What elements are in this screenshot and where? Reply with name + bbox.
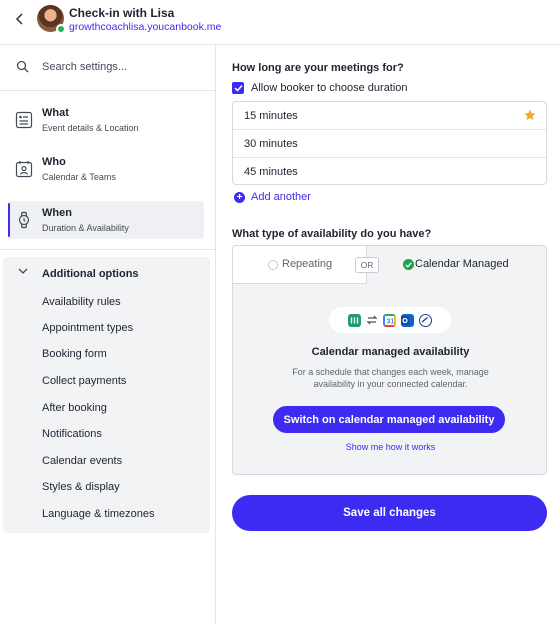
managed-availability-title: Calendar managed availability	[311, 346, 470, 358]
option-styles-display[interactable]: Styles & display	[42, 481, 120, 493]
sidebar-item-subtitle: Calendar & Teams	[42, 172, 116, 182]
sidebar-item-title: When	[42, 207, 72, 219]
search-input[interactable]	[42, 58, 202, 76]
booking-app-icon	[348, 313, 361, 327]
add-another-label: Add another	[251, 191, 311, 203]
page-title: Check-in with Lisa	[69, 6, 175, 20]
svg-text:31: 31	[387, 318, 395, 325]
additional-options-panel: Additional options Availability rules Ap…	[3, 257, 210, 533]
top-header: Check-in with Lisa growthcoachlisa.youca…	[0, 0, 560, 45]
availability-question: What type of availability do you have?	[232, 228, 432, 240]
search-icon	[16, 60, 29, 73]
avatar	[37, 5, 66, 34]
sidebar-item-title: Who	[42, 156, 66, 168]
option-booking-form[interactable]: Booking form	[42, 348, 107, 360]
ical-icon	[419, 313, 432, 327]
option-language-timezones[interactable]: Language & timezones	[42, 508, 155, 520]
option-notifications[interactable]: Notifications	[42, 428, 102, 440]
option-collect-payments[interactable]: Collect payments	[42, 375, 126, 387]
duration-label: 30 minutes	[244, 138, 298, 150]
tab-calendar-managed[interactable]: Calendar Managed	[368, 246, 546, 284]
tab-calendar-managed-label: Calendar Managed	[415, 258, 509, 270]
sidebar-item-when[interactable]: When Duration & Availability	[8, 201, 204, 239]
additional-options-title: Additional options	[42, 268, 139, 280]
switch-on-managed-button[interactable]: Switch on calendar managed availability	[273, 406, 505, 433]
option-availability-rules[interactable]: Availability rules	[42, 296, 121, 308]
sync-arrows-icon	[366, 315, 378, 325]
tab-repeating[interactable]: Repeating	[233, 246, 367, 284]
online-status-dot	[56, 24, 66, 34]
default-star-icon[interactable]	[524, 109, 536, 121]
sidebar-item-who[interactable]: Who Calendar & Teams	[8, 150, 204, 188]
calendar-integrations: 31	[329, 307, 451, 333]
divider	[0, 249, 215, 250]
booking-page-link[interactable]: growthcoachlisa.youcanbook.me	[69, 21, 221, 33]
allow-duration-choice-checkbox[interactable]: Allow booker to choose duration	[232, 81, 408, 95]
main-content: How long are your meetings for? Allow bo…	[216, 45, 560, 624]
duration-label: 15 minutes	[244, 110, 298, 122]
checkmark-icon	[233, 84, 243, 92]
allow-duration-choice-label: Allow booker to choose duration	[251, 82, 408, 94]
person-calendar-icon	[15, 161, 33, 178]
outlook-icon	[401, 313, 414, 327]
radio-unselected	[268, 260, 278, 270]
option-calendar-events[interactable]: Calendar events	[42, 455, 122, 467]
sidebar: What Event details & Location Who Calend…	[0, 45, 216, 624]
search-bar	[0, 45, 215, 91]
form-icon	[15, 111, 33, 129]
duration-option[interactable]: 30 minutes	[233, 129, 546, 157]
watch-icon	[18, 211, 30, 229]
availability-panel: Repeating OR Calendar Managed 31 Calenda…	[232, 245, 547, 475]
option-after-booking[interactable]: After booking	[42, 402, 107, 414]
sidebar-item-title: What	[42, 107, 69, 119]
sidebar-item-subtitle: Event details & Location	[42, 123, 139, 133]
back-button[interactable]	[10, 9, 30, 29]
sidebar-item-what[interactable]: What Event details & Location	[8, 101, 204, 139]
managed-availability-description: For a schedule that changes each week, m…	[292, 367, 489, 389]
sidebar-item-subtitle: Duration & Availability	[42, 223, 129, 233]
duration-label: 45 minutes	[244, 166, 298, 178]
save-all-changes-button[interactable]: Save all changes	[232, 495, 547, 531]
duration-question: How long are your meetings for?	[232, 62, 404, 74]
plus-icon: +	[234, 191, 245, 203]
duration-option[interactable]: 15 minutes	[233, 102, 546, 130]
google-calendar-icon: 31	[383, 313, 396, 327]
checkbox-checked	[232, 82, 244, 94]
check-circle-icon	[403, 259, 414, 270]
duration-option[interactable]: 45 minutes	[233, 157, 546, 185]
duration-list: 15 minutes 30 minutes 45 minutes	[232, 101, 547, 185]
tab-repeating-label: Repeating	[282, 258, 333, 270]
show-me-how-link[interactable]: Show me how it works	[233, 442, 546, 452]
additional-options-toggle[interactable]: Additional options	[3, 257, 210, 287]
option-appointment-types[interactable]: Appointment types	[42, 322, 133, 334]
chevron-down-icon	[18, 268, 28, 274]
add-another-duration-link[interactable]: + Add another	[234, 190, 311, 204]
chevron-left-icon	[15, 13, 23, 25]
